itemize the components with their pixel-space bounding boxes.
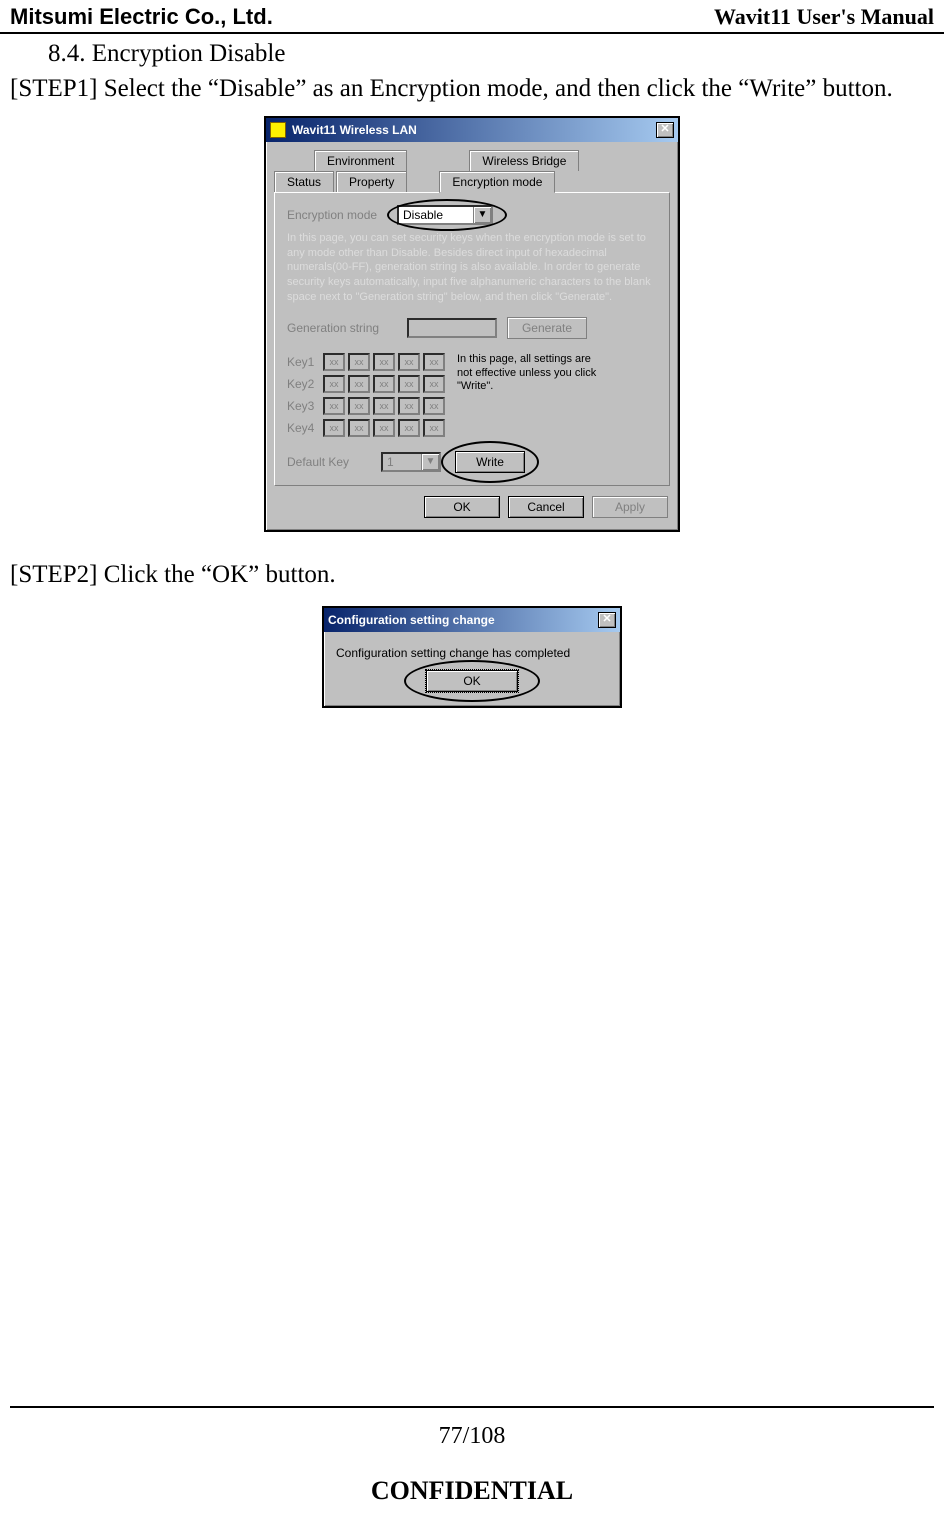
generate-button[interactable]: Generate (507, 317, 587, 339)
generation-string-label: Generation string (287, 321, 397, 335)
section-heading: 8.4. Encryption Disable (48, 40, 944, 68)
ok-button[interactable]: OK (424, 496, 500, 518)
generation-string-input[interactable] (407, 318, 497, 338)
key-cell[interactable]: xx (348, 419, 370, 437)
chevron-down-icon: ▼ (421, 454, 439, 470)
encryption-mode-value: Disable (403, 208, 443, 222)
default-key-label: Default Key (287, 455, 367, 469)
titlebar: Wavit11 Wireless LAN ✕ (266, 118, 678, 142)
key-cell[interactable]: xx (323, 397, 345, 415)
key-cell[interactable]: xx (423, 353, 445, 371)
tab-environment[interactable]: Environment (314, 150, 407, 171)
help-text: In this page, you can set security keys … (287, 231, 657, 305)
page-number: 77/108 (0, 1423, 944, 1450)
wavit11-window: Wavit11 Wireless LAN ✕ Environment Wirel… (264, 116, 680, 532)
key-cell[interactable]: xx (398, 375, 420, 393)
key-cell[interactable]: xx (423, 419, 445, 437)
tab-property[interactable]: Property (336, 171, 407, 193)
key-cell[interactable]: xx (398, 419, 420, 437)
close-icon[interactable]: ✕ (598, 612, 616, 628)
key-cell[interactable]: xx (398, 397, 420, 415)
key-cell[interactable]: xx (398, 353, 420, 371)
ok-button[interactable]: OK (426, 670, 518, 692)
step1-text: [STEP1] Select the “Disable” as an Encry… (10, 72, 934, 106)
tab-status[interactable]: Status (274, 171, 334, 193)
key-cell[interactable]: xx (373, 353, 395, 371)
doc-running-header: Mitsumi Electric Co., Ltd. Wavit11 User'… (0, 0, 944, 34)
key-cell[interactable]: xx (348, 397, 370, 415)
key-grid: Key1xxxxxxxxxx Key2xxxxxxxxxx Key3xxxxxx… (287, 353, 445, 441)
key-row: Key3xxxxxxxxxx (287, 397, 445, 415)
confidential-mark: CONFIDENTIAL (0, 1476, 944, 1506)
key-row: Key4xxxxxxxxxx (287, 419, 445, 437)
encryption-tab-pane: Encryption mode Disable ▼ In this page, … (274, 192, 670, 486)
default-key-select[interactable]: 1 ▼ (381, 452, 441, 472)
close-icon[interactable]: ✕ (656, 122, 674, 138)
titlebar: Configuration setting change ✕ (324, 608, 620, 632)
write-button[interactable]: Write (455, 451, 525, 473)
dialog-button-bar: OK Cancel Apply (266, 486, 678, 530)
tab-encryption-mode[interactable]: Encryption mode (439, 171, 555, 193)
key-cell[interactable]: xx (373, 397, 395, 415)
key-cell[interactable]: xx (323, 419, 345, 437)
footer-rule (10, 1406, 934, 1408)
dialog-message: Configuration setting change has complet… (336, 646, 608, 660)
key-cell[interactable]: xx (323, 375, 345, 393)
tab-wireless-bridge[interactable]: Wireless Bridge (469, 150, 579, 171)
encryption-mode-select[interactable]: Disable ▼ (397, 205, 493, 225)
key-cell[interactable]: xx (423, 397, 445, 415)
key-cell[interactable]: xx (348, 375, 370, 393)
key-cell[interactable]: xx (323, 353, 345, 371)
key-row: Key1xxxxxxxxxx (287, 353, 445, 371)
write-hint-text: In this page, all settings are not effec… (457, 353, 607, 441)
key-cell[interactable]: xx (373, 419, 395, 437)
dialog-title: Configuration setting change (328, 613, 495, 627)
key-cell[interactable]: xx (373, 375, 395, 393)
key-cell[interactable]: xx (348, 353, 370, 371)
cancel-button[interactable]: Cancel (508, 496, 584, 518)
config-change-dialog: Configuration setting change ✕ Configura… (322, 606, 622, 708)
encryption-mode-label: Encryption mode (287, 208, 397, 222)
step2-text: [STEP2] Click the “OK” button. (10, 558, 934, 592)
company-name: Mitsumi Electric Co., Ltd. (10, 4, 273, 30)
key-cell[interactable]: xx (423, 375, 445, 393)
window-title: Wavit11 Wireless LAN (292, 123, 417, 137)
chevron-down-icon[interactable]: ▼ (473, 207, 491, 223)
apply-button[interactable]: Apply (592, 496, 668, 518)
key-row: Key2xxxxxxxxxx (287, 375, 445, 393)
app-icon (270, 122, 286, 138)
doc-title: Wavit11 User's Manual (714, 4, 934, 30)
